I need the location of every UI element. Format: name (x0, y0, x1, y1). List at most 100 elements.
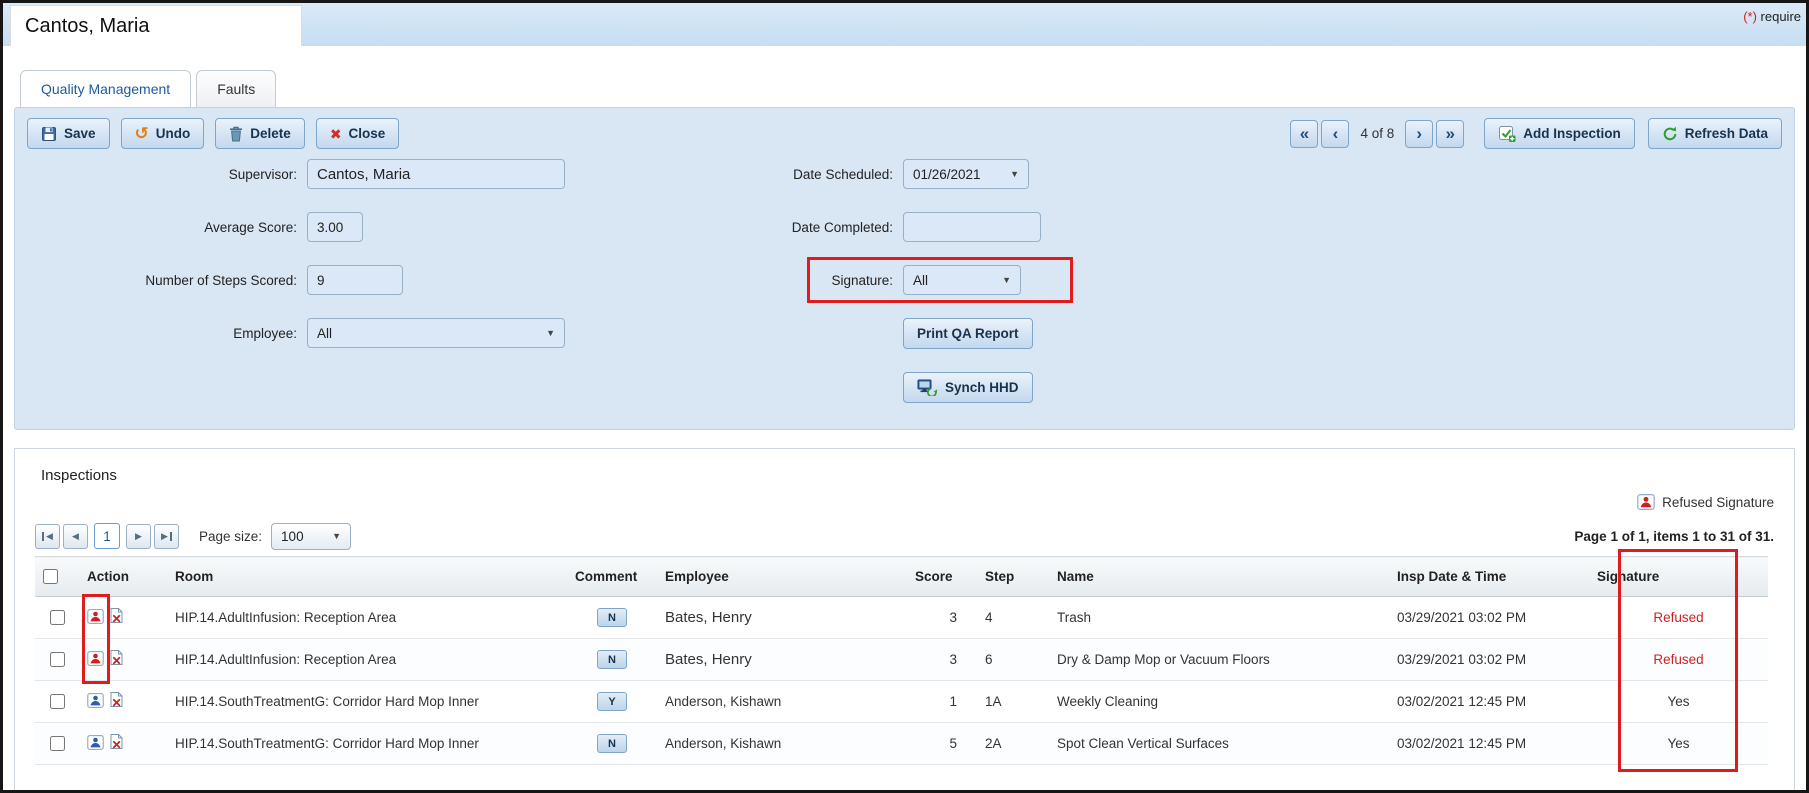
required-asterisk: (*) (1743, 9, 1757, 24)
signature-cell: Refused (1589, 597, 1768, 639)
employee-select[interactable]: All ▼ (307, 318, 565, 348)
column-header-signature[interactable]: Signature (1589, 557, 1768, 597)
signature-select[interactable]: All ▼ (903, 265, 1021, 295)
column-header-action[interactable]: Action (79, 557, 167, 597)
date-scheduled-label: Date Scheduled: (713, 167, 893, 182)
close-button-label: Close (349, 126, 386, 141)
column-header-date[interactable]: Insp Date & Time (1389, 557, 1589, 597)
remove-inspection-icon[interactable] (109, 607, 124, 627)
step-cell: 6 (977, 639, 1049, 681)
room-cell: HIP.14.SouthTreatmentG: Corridor Hard Mo… (167, 681, 567, 723)
score-cell: 3 (907, 639, 977, 681)
page-size-select[interactable]: 100 ▼ (271, 523, 351, 550)
inspection-form: Supervisor: Average Score: Number of Ste… (27, 159, 1782, 403)
tab-faults[interactable]: Faults (196, 70, 276, 107)
supervisor-label: Supervisor: (31, 167, 297, 182)
column-header-comment[interactable]: Comment (567, 557, 657, 597)
row-select-checkbox[interactable] (50, 736, 65, 751)
step-cell: 1A (977, 681, 1049, 723)
tab-quality-management[interactable]: Quality Management (20, 70, 191, 107)
average-score-input[interactable] (307, 212, 363, 242)
comment-badge[interactable]: N (597, 734, 627, 753)
row-select-checkbox[interactable] (50, 610, 65, 625)
first-record-button[interactable]: « (1290, 120, 1318, 148)
score-cell: 5 (907, 723, 977, 765)
save-button-label: Save (64, 126, 96, 141)
page-size-value: 100 (281, 529, 304, 544)
comment-badge[interactable]: N (597, 650, 627, 669)
table-row[interactable]: HIP.14.SouthTreatmentG: Corridor Hard Mo… (35, 681, 1768, 723)
close-button[interactable]: ✖ Close (316, 118, 400, 149)
signature-status-icon[interactable] (87, 692, 104, 709)
synch-hhd-button[interactable]: Synch HHD (903, 372, 1033, 403)
page-info: Page 1 of 1, items 1 to 31 of 31. (1574, 529, 1774, 544)
column-header-employee[interactable]: Employee (657, 557, 907, 597)
row-select-checkbox[interactable] (50, 652, 65, 667)
signature-status-icon[interactable] (87, 650, 104, 667)
average-score-label: Average Score: (31, 220, 297, 235)
date-scheduled-select[interactable]: 01/26/2021 ▼ (903, 159, 1029, 189)
signature-status-icon[interactable] (87, 734, 104, 751)
insp-date-cell: 03/29/2021 03:02 PM (1389, 639, 1589, 681)
trash-icon (229, 126, 243, 142)
table-header-row: Action Room Comment Employee Score Step … (35, 557, 1768, 597)
remove-inspection-icon[interactable] (109, 691, 124, 711)
grid-next-page-button[interactable]: ▶ (126, 524, 151, 549)
add-inspection-icon (1498, 125, 1516, 143)
table-row[interactable]: HIP.14.AdultInfusion: Reception Area N B… (35, 639, 1768, 681)
column-header-name[interactable]: Name (1049, 557, 1389, 597)
inspections-table-wrap: Action Room Comment Employee Score Step … (35, 556, 1774, 765)
supervisor-input[interactable] (307, 159, 565, 189)
signature-cell: Refused (1589, 639, 1768, 681)
refresh-data-button[interactable]: Refresh Data (1648, 118, 1782, 149)
signature-cell: Yes (1589, 681, 1768, 723)
next-record-button[interactable]: › (1405, 120, 1433, 148)
select-all-checkbox[interactable] (43, 569, 58, 584)
required-note: (*) require (1743, 9, 1801, 24)
step-name-cell: Dry & Damp Mop or Vacuum Floors (1049, 639, 1389, 681)
delete-button[interactable]: Delete (215, 118, 305, 149)
add-inspection-button[interactable]: Add Inspection (1484, 118, 1635, 149)
date-completed-input[interactable] (903, 212, 1041, 242)
chevron-down-icon: ▼ (546, 328, 555, 338)
table-row[interactable]: HIP.14.AdultInfusion: Reception Area N B… (35, 597, 1768, 639)
content-area: Quality Management Faults Save ↺ Undo (0, 46, 1809, 793)
remove-inspection-icon[interactable] (109, 733, 124, 753)
signature-select-value: All (913, 273, 928, 288)
table-row[interactable]: HIP.14.SouthTreatmentG: Corridor Hard Mo… (35, 723, 1768, 765)
signature-cell: Yes (1589, 723, 1768, 765)
undo-icon: ↺ (135, 125, 149, 142)
employee-label: Employee: (31, 326, 297, 341)
room-cell: HIP.14.SouthTreatmentG: Corridor Hard Mo… (167, 723, 567, 765)
remove-inspection-icon[interactable] (109, 649, 124, 669)
grid-previous-page-button[interactable]: ◀ (63, 524, 88, 549)
undo-button[interactable]: ↺ Undo (121, 118, 205, 149)
steps-scored-input[interactable] (307, 265, 403, 295)
titlebar: Cantos, Maria (*) require (0, 0, 1809, 46)
refresh-data-label: Refresh Data (1685, 126, 1768, 141)
last-record-button[interactable]: » (1436, 120, 1464, 148)
comment-badge[interactable]: Y (597, 692, 627, 711)
print-qa-report-label: Print QA Report (917, 326, 1019, 341)
employee-cell: Anderson, Kishawn (657, 681, 907, 723)
column-header-room[interactable]: Room (167, 557, 567, 597)
refused-signature-icon (1637, 493, 1655, 511)
print-qa-report-button[interactable]: Print QA Report (903, 318, 1033, 349)
row-select-checkbox[interactable] (50, 694, 65, 709)
current-page-number[interactable]: 1 (94, 523, 120, 549)
column-header-step[interactable]: Step (977, 557, 1049, 597)
column-header-score[interactable]: Score (907, 557, 977, 597)
inspections-table: Action Room Comment Employee Score Step … (35, 556, 1768, 765)
grid-pager-row: ◀ ◀ 1 ▶ ▶ Page size: 100 ▼ Page 1 of 1, … (35, 519, 1774, 553)
grid-last-page-button[interactable]: ▶ (154, 524, 179, 549)
employee-cell: Bates, Henry (657, 639, 907, 681)
signature-status-icon[interactable] (87, 608, 104, 625)
signature-label: Signature: (713, 273, 893, 288)
comment-badge[interactable]: N (597, 608, 627, 627)
step-name-cell: Spot Clean Vertical Surfaces (1049, 723, 1389, 765)
inspections-heading: Inspections (35, 449, 1774, 486)
previous-record-button[interactable]: ‹ (1321, 120, 1349, 148)
date-scheduled-value: 01/26/2021 (913, 167, 981, 182)
save-button[interactable]: Save (27, 118, 110, 149)
grid-first-page-button[interactable]: ◀ (35, 524, 60, 549)
